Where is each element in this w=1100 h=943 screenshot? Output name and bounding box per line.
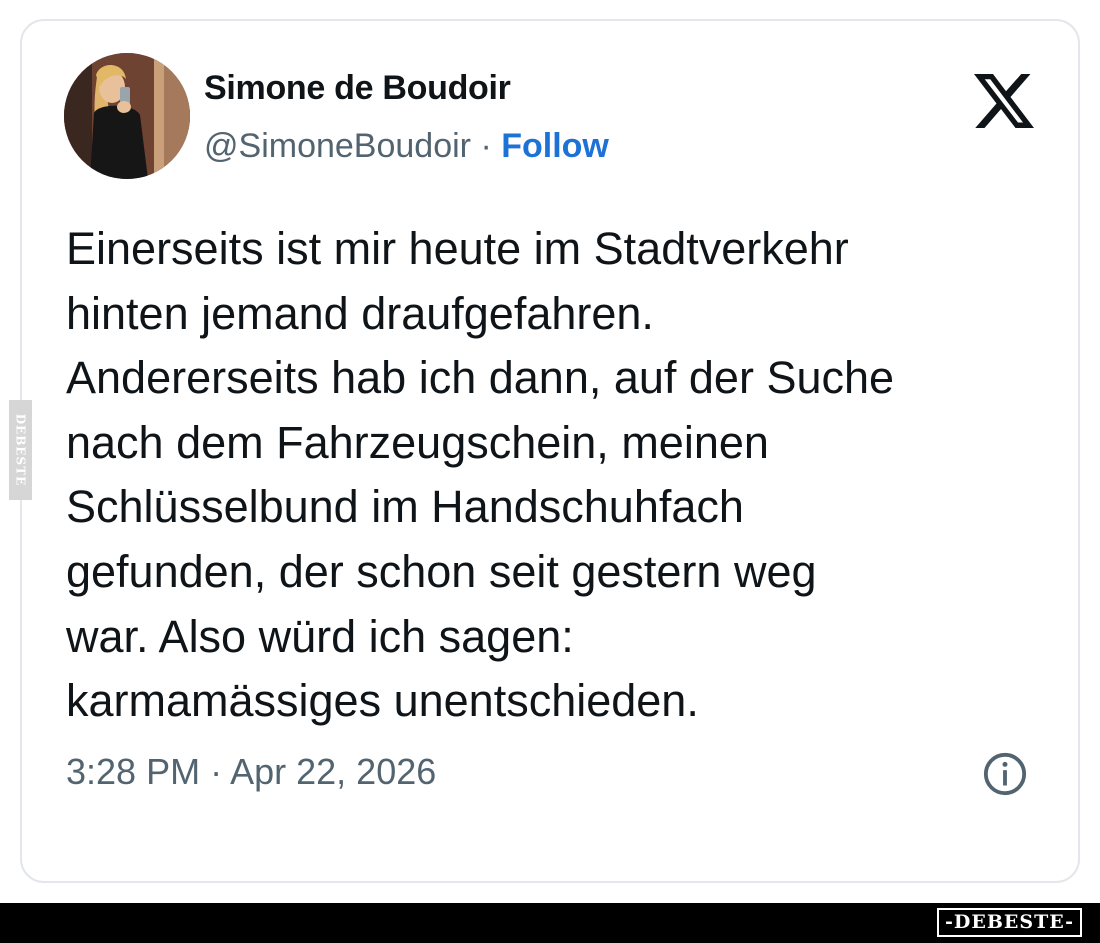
tweet-text-line: Andererseits hab ich dann, auf der Suche <box>66 352 895 404</box>
tweet-text-line: war. Also würd ich sagen: <box>66 610 574 662</box>
tweet-text-line: Schlüsselbund im Handschuhfach <box>66 481 744 533</box>
tweet-text-line: hinten jemand draufgefahren. <box>66 287 654 339</box>
tweet-time: 3:28 PM <box>66 751 201 792</box>
handle-separator: · <box>480 127 492 165</box>
footer-watermark-logo: -DEBESTE- <box>937 908 1082 937</box>
tweet-text-line: Einerseits ist mir heute im Stadtverkehr <box>66 223 849 274</box>
display-name[interactable]: Simone de Boudoir <box>204 69 511 108</box>
timestamp-separator: · <box>210 751 223 792</box>
avatar[interactable] <box>64 53 190 179</box>
side-watermark: DEBESTE <box>9 400 32 500</box>
side-watermark-text: DEBESTE <box>13 413 28 487</box>
tweet-text-line: nach dem Fahrzeugschein, meinen <box>66 416 769 468</box>
tweet-card: Simone de Boudoir @SimoneBoudoir · Follo… <box>20 19 1080 883</box>
info-icon[interactable] <box>982 751 1028 797</box>
footer-bar: -DEBESTE- <box>0 903 1100 943</box>
avatar-photo <box>64 53 190 179</box>
tweet-text-line: gefunden, der schon seit gestern weg <box>66 545 817 597</box>
tweet-date: Apr 22, 2026 <box>230 751 437 792</box>
user-handle[interactable]: @SimoneBoudoir <box>204 127 471 165</box>
handle-row: @SimoneBoudoir · Follow <box>204 127 609 166</box>
follow-button[interactable]: Follow <box>501 127 609 165</box>
tweet-text: Einerseits ist mir heute im Stadtverkehr… <box>66 217 1066 734</box>
tweet-text-line: karmamässiges unentschieden. <box>66 675 699 727</box>
timestamp[interactable]: 3:28 PM · Apr 22, 2026 <box>66 751 436 793</box>
x-logo-icon[interactable] <box>974 71 1034 131</box>
